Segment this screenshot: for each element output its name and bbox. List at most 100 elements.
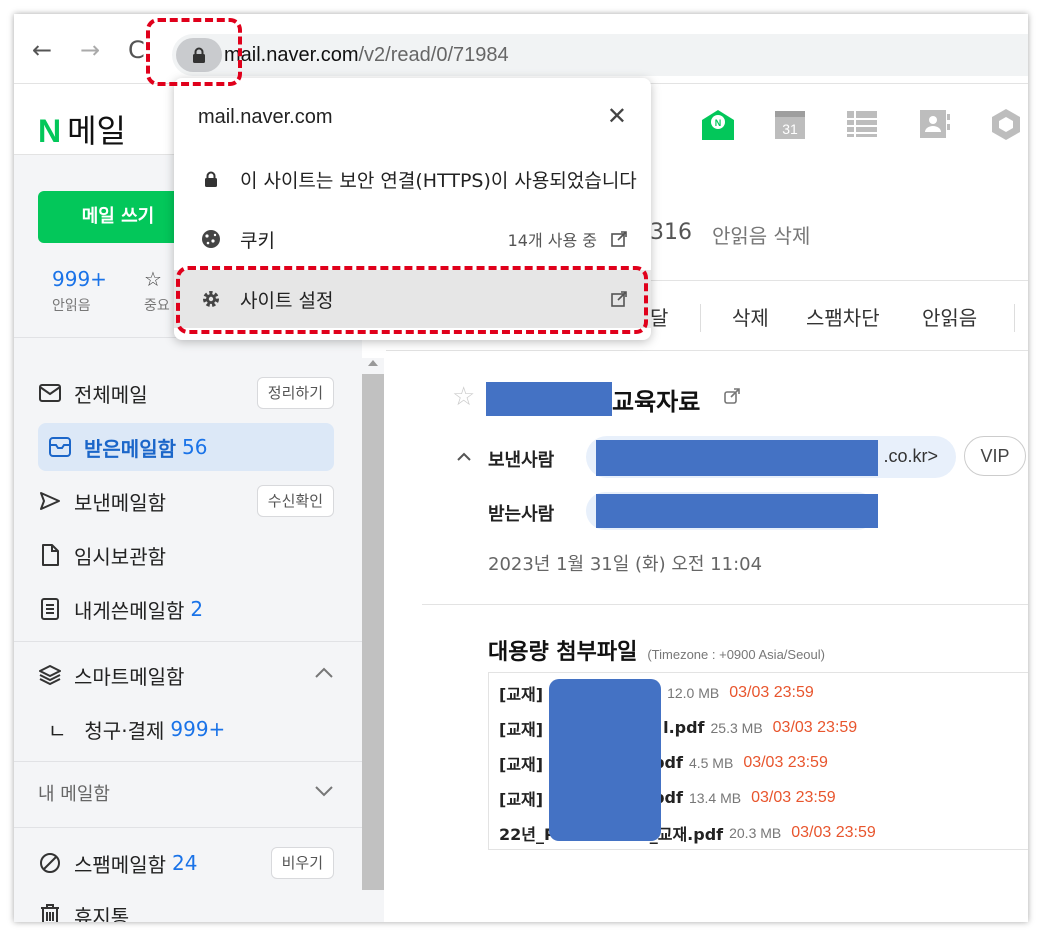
calendar-icon[interactable]: 31: [772, 106, 808, 142]
attachment-name: [교재]: [499, 719, 544, 739]
cookie-icon: [200, 229, 222, 249]
organize-button[interactable]: 정리하기: [256, 377, 334, 409]
popup-host: mail.naver.com: [198, 106, 333, 128]
sidebar-item-smart-mail[interactable]: 스마트메일함: [38, 651, 334, 699]
chevron-up-icon[interactable]: [314, 663, 334, 684]
sidebar-item-label: 휴지통: [74, 904, 130, 923]
mail-home-icon[interactable]: N: [700, 106, 736, 142]
attachment-name-end: l.pdf: [663, 718, 705, 737]
attachment-expiry: 03/03 23:59: [743, 753, 828, 771]
empty-spam-button[interactable]: 비우기: [270, 847, 334, 879]
unread-stat[interactable]: 999+ 안읽음: [52, 267, 107, 315]
close-icon[interactable]: ✕: [607, 102, 627, 130]
cookies-row[interactable]: 쿠키 14개 사용 중: [174, 210, 651, 268]
star-icon[interactable]: ☆: [452, 382, 475, 412]
attachment-expiry: 03/03 23:59: [729, 683, 814, 701]
forward-button[interactable]: 달: [650, 302, 668, 331]
sidebar-divider: [14, 641, 362, 642]
mail-date: 2023년 1월 31일 (화) 오전 11:04: [488, 554, 763, 575]
attachment-list: [교재] 12.0 MB 03/03 23:59 [교재] l.pdf 25.3…: [488, 672, 1028, 850]
attachment-name: [교재]: [499, 684, 544, 704]
inbox-count: 56: [182, 435, 208, 459]
logo-mark: N: [38, 113, 62, 149]
sub-item-marker: ㄴ: [48, 718, 67, 743]
toolbar-separator: [1014, 304, 1015, 332]
block-spam-button[interactable]: 스팸차단: [806, 302, 880, 331]
cookies-status: 14개 사용 중: [508, 227, 627, 251]
sidebar-item-sent[interactable]: 보낸메일함 수신확인: [38, 477, 334, 525]
arrow-left-icon[interactable]: ←: [32, 38, 52, 62]
read-receipt-button[interactable]: 수신확인: [256, 485, 334, 517]
mark-unread-button[interactable]: 안읽음: [922, 302, 977, 331]
unread-count: 316: [650, 220, 692, 245]
list-icon[interactable]: [844, 106, 880, 142]
url-text[interactable]: mail.naver.com/v2/read/0/71984: [224, 44, 509, 67]
arrow-right-icon[interactable]: →: [80, 38, 100, 62]
unread-stat-number: 999+: [52, 267, 107, 291]
important-stat[interactable]: ☆ 중요: [144, 267, 170, 315]
sidebar-item-label: 스팸메일함: [74, 852, 166, 877]
connection-secure-row[interactable]: 이 사이트는 보안 연결(HTTPS)이 사용되었습니다: [174, 150, 651, 208]
sidebar-item-label: 전체메일: [74, 382, 148, 407]
vip-button[interactable]: VIP: [964, 436, 1026, 476]
attachment-expiry: 03/03 23:59: [772, 718, 858, 736]
cookies-label: 쿠키: [240, 229, 275, 252]
unread-stat-label: 안읽음: [52, 298, 91, 314]
redacted-filenames: [549, 679, 661, 841]
inbox-icon: [48, 435, 72, 459]
url-host: mail.naver.com: [224, 44, 359, 66]
trash-icon: [38, 903, 62, 922]
sidebar-item-all-mail[interactable]: 전체메일 정리하기: [38, 369, 334, 417]
attachment-size: 25.3 MB: [710, 719, 763, 736]
sidebar-item-trash[interactable]: 휴지통: [38, 891, 334, 922]
sidebar-item-drafts[interactable]: 임시보관함: [38, 531, 334, 579]
sidebar-item-label: 스마트메일함: [74, 664, 185, 689]
attachment-name: [교재]: [499, 789, 544, 809]
attachment-name: 22년_P: [499, 824, 556, 844]
external-link-icon[interactable]: [724, 388, 740, 408]
important-stat-label: 중요: [144, 298, 170, 314]
box-icon[interactable]: [988, 106, 1024, 142]
attachment-name: [교재]: [499, 754, 544, 774]
svg-text:31: 31: [782, 121, 798, 137]
logo-text: 메일: [67, 112, 126, 150]
svg-text:N: N: [715, 118, 722, 128]
timezone-text: (Timezone : +0900 Asia/Seoul): [647, 647, 825, 662]
attachment-expiry: 03/03 23:59: [791, 823, 876, 841]
toolbar-divider: [386, 350, 1028, 351]
scroll-up-arrow[interactable]: [368, 360, 378, 366]
attachment-size: 12.0 MB: [667, 684, 720, 701]
chevron-up-icon[interactable]: [456, 446, 472, 467]
delete-button[interactable]: 삭제: [732, 302, 769, 331]
send-icon: [38, 489, 62, 513]
browser-window: ← → C mail.naver.com/v2/read/0/71984 N 메일…: [14, 14, 1028, 922]
attachment-size: 13.4 MB: [688, 789, 742, 806]
delete-unread-link[interactable]: 안읽음 삭제: [712, 220, 810, 249]
star-icon: ☆: [144, 267, 162, 291]
sidebar-item-my-folders[interactable]: 내 메일함: [38, 769, 334, 817]
scrollbar-thumb[interactable]: [362, 374, 384, 890]
spam-count: 24: [172, 851, 198, 875]
sidebar-item-label: 보낸메일함: [74, 490, 166, 515]
sidebar-item-billing[interactable]: ㄴ 청구·결제 999+: [48, 705, 344, 753]
block-icon: [38, 851, 62, 875]
sidebar-scrollbar[interactable]: [362, 358, 384, 922]
reload-icon[interactable]: C: [128, 38, 145, 62]
sidebar-item-to-me[interactable]: 내게쓴메일함 2: [38, 585, 334, 633]
redacted-subject: [486, 382, 612, 416]
sidebar-item-inbox[interactable]: 받은메일함 56: [38, 423, 334, 471]
secure-connection-text: 이 사이트는 보안 연결(HTTPS)이 사용되었습니다: [239, 169, 637, 192]
contacts-icon[interactable]: [916, 106, 952, 142]
sidebar-divider: [14, 761, 362, 762]
naver-mail-logo[interactable]: N 메일: [38, 106, 126, 152]
sender-domain: .co.kr>: [883, 446, 938, 466]
sidebar-item-label: 임시보관함: [74, 544, 166, 569]
external-link-icon: [611, 231, 627, 247]
sidebar-item-spam[interactable]: 스팸메일함 24 비우기: [38, 839, 334, 887]
chevron-down-icon[interactable]: [314, 781, 334, 802]
billing-count: 999+: [170, 717, 226, 741]
sender-label: 보낸사람: [488, 450, 555, 471]
highlight-lock-button: [146, 18, 242, 86]
content-divider: [422, 604, 1028, 605]
envelope-icon: [38, 381, 62, 405]
